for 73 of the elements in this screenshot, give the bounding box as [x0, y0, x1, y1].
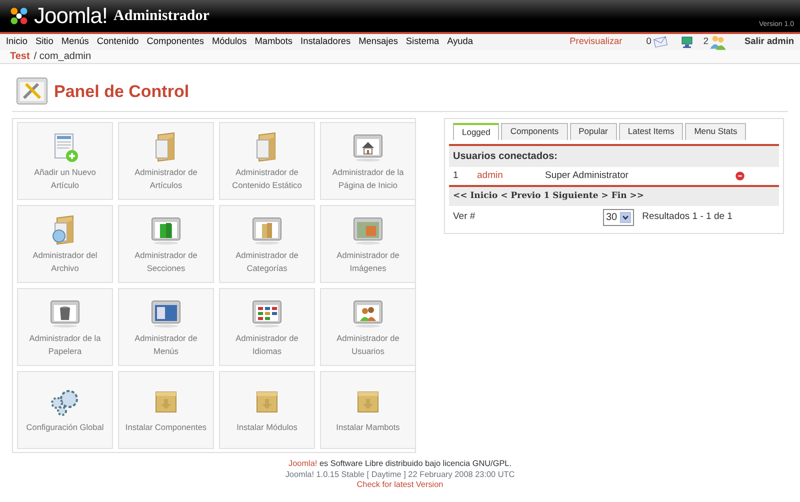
- shortcut-label: Instalar Módulos: [236, 421, 298, 434]
- tab[interactable]: Popular: [570, 123, 617, 140]
- menu-item[interactable]: Mensajes: [358, 35, 398, 49]
- shortcut-tile[interactable]: Instalar Componentes: [118, 371, 214, 449]
- shortcut-label: Configuración Global: [26, 421, 104, 434]
- shortcut-label: Administrador del Archivo: [32, 249, 98, 274]
- delete-icon: [735, 170, 745, 181]
- shortcut-tile[interactable]: Administrador de la Papelera: [17, 288, 113, 366]
- menu-item[interactable]: Menús: [61, 35, 89, 49]
- shortcut-tile[interactable]: Administrador de Contenido Estático: [219, 122, 315, 200]
- shortcut-label: Añadir un Nuevo Artículo: [33, 166, 97, 191]
- menu-item[interactable]: Sistema: [406, 35, 440, 49]
- menu-item[interactable]: Mambots: [254, 35, 293, 49]
- menu-item[interactable]: Módulos: [212, 35, 247, 49]
- shortcut-tile[interactable]: Configuración Global: [17, 371, 113, 449]
- user-link[interactable]: admin: [477, 168, 545, 183]
- page-title: Panel de Control: [54, 81, 190, 104]
- computer-icon: [679, 34, 696, 50]
- menu-item[interactable]: Contenido: [96, 35, 139, 49]
- tab[interactable]: Menu Stats: [685, 123, 746, 140]
- shortcut-tile[interactable]: Administrador de la Página de Inicio: [320, 122, 416, 200]
- tab[interactable]: Latest Items: [618, 123, 684, 140]
- shortcut-tile[interactable]: Administrador de Idiomas: [219, 288, 315, 366]
- menu-item[interactable]: Componentes: [146, 35, 204, 49]
- joomla-link[interactable]: Joomla!: [288, 459, 318, 468]
- version-text: Joomla! 1.0.15 Stable [ Daytime ] 22 February 2008 23:00 UTC: [285, 470, 515, 479]
- shortcut-tile[interactable]: Administrador de Categorías: [219, 205, 315, 283]
- shortcut-label: Administrador de la Papelera: [28, 332, 102, 357]
- shortcut-label: Administrador de Categorías: [234, 249, 300, 274]
- shortcut-label: Administrador de Contenido Estático: [231, 166, 303, 191]
- table-heading: Usuarios conectados:: [449, 146, 779, 167]
- users-icon: [708, 33, 728, 51]
- message-count: 0: [646, 35, 652, 48]
- limit-select[interactable]: 30: [603, 208, 634, 226]
- shortcut-label: Administrador de Artículos: [134, 166, 198, 191]
- shortcut-tile[interactable]: Administrador del Archivo: [17, 205, 113, 283]
- shortcut-label: Administrador de Imágenes: [336, 249, 400, 274]
- shortcut-label: Administrador de la Página de Inicio: [331, 166, 405, 191]
- shortcut-tile[interactable]: Administrador de Imágenes: [320, 205, 416, 283]
- shortcut-tile[interactable]: Administrador de Secciones: [118, 205, 214, 283]
- online-count: 2: [703, 35, 708, 48]
- shortcut-label: Administrador de Idiomas: [234, 332, 300, 357]
- table-cell: Super Administrator: [545, 168, 628, 183]
- logo-text: Joomla!: [34, 2, 108, 30]
- tab[interactable]: Components: [501, 123, 568, 140]
- menu-item[interactable]: Inicio: [6, 35, 28, 49]
- shortcut-label: Administrador de Usuarios: [336, 332, 400, 357]
- logout-link[interactable]: Salir admin: [744, 35, 794, 49]
- show-label: Ver #: [453, 210, 476, 224]
- tab[interactable]: Logged: [453, 123, 500, 140]
- shortcut-label: Instalar Componentes: [125, 421, 207, 434]
- breadcrumb-current: / com_admin: [34, 50, 92, 64]
- shortcut-tile[interactable]: Instalar Módulos: [219, 371, 315, 449]
- shortcut-tile[interactable]: Administrador de Menús: [118, 288, 214, 366]
- menu-item[interactable]: Ayuda: [447, 35, 474, 49]
- menu-item[interactable]: Instaladores: [300, 35, 351, 49]
- license-text: Joomla! es Software Libre distribuido bajo licencia GNU/GPL.: [288, 459, 512, 470]
- shortcut-tile[interactable]: Administrador de Artículos: [118, 122, 214, 200]
- shortcut-tile[interactable]: Añadir un Nuevo Artículo: [17, 122, 113, 200]
- results-text: Resultados 1 - 1 de 1: [642, 210, 732, 224]
- header-title: Administrador: [114, 7, 210, 26]
- shortcut-label: Instalar Mambots: [336, 421, 400, 434]
- menu-item[interactable]: Sitio: [35, 35, 54, 49]
- shortcut-label: Administrador de Secciones: [134, 249, 198, 274]
- shortcut-label: Administrador de Menús: [134, 332, 198, 357]
- table-cell-text: 1: [453, 168, 460, 183]
- joomla-logo-icon: [8, 5, 30, 27]
- pagination-bar: << Inicio < Previo 1 Siguiente > Fin >>: [449, 185, 779, 206]
- check-version-link[interactable]: Check for latest Version: [356, 480, 444, 490]
- breadcrumb-link[interactable]: Test: [10, 49, 30, 64]
- shortcut-tile[interactable]: Instalar Mambots: [320, 371, 416, 449]
- preview-link[interactable]: Previsualizar: [570, 35, 622, 49]
- shortcut-tile[interactable]: Administrador de Usuarios: [320, 288, 416, 366]
